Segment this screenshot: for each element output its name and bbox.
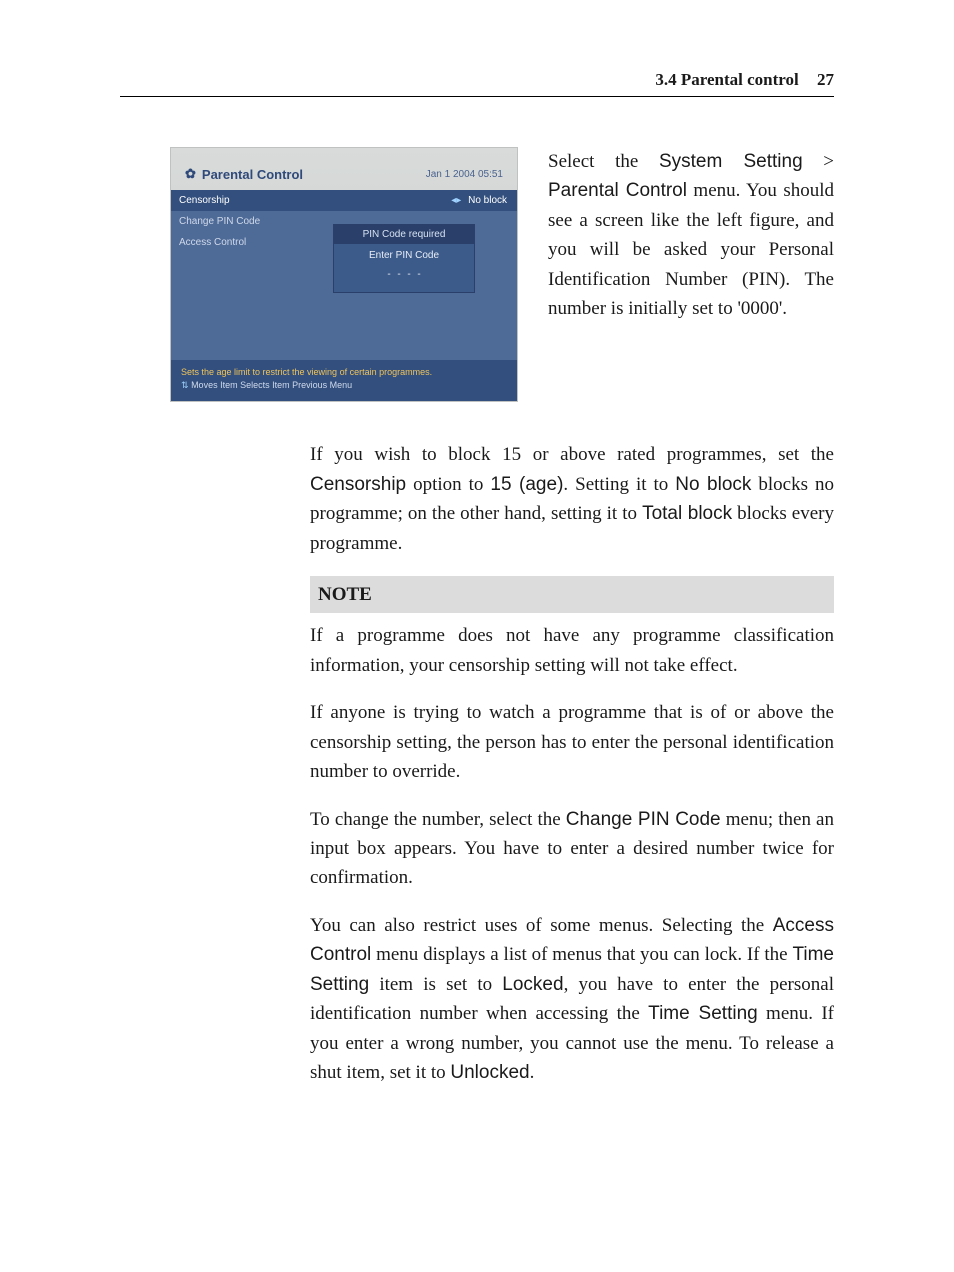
osd-screenshot: ✿ Parental Control Jan 1 2004 05:51 Cens… [170, 147, 518, 402]
item-time-setting-2: Time Setting [648, 1003, 758, 1024]
osd-nav-hint: ⇅ Moves Item Selects Item Previous Menu [181, 379, 507, 392]
osd-titlebar: ✿ Parental Control Jan 1 2004 05:51 [171, 148, 517, 190]
osd-timestamp: Jan 1 2004 05:51 [426, 169, 503, 180]
updown-icon: ⇅ [181, 380, 189, 390]
osd-body: Censorship Change PIN Code Access Contro… [171, 190, 517, 360]
paragraph-change-pin: To change the number, select the Change … [310, 805, 834, 893]
gear-icon: ✿ [185, 166, 196, 182]
osd-menu-item-change-pin: Change PIN Code [171, 211, 291, 232]
text: You can also restrict uses of some menus… [310, 915, 773, 936]
running-header: 3.4 Parental control 27 [120, 70, 834, 97]
value-locked: Locked [502, 974, 563, 995]
manual-page: 3.4 Parental control 27 ✿ Parental Contr… [0, 0, 954, 1272]
text: item is set to [369, 974, 502, 995]
osd-footer: Sets the age limit to restrict the viewi… [171, 360, 517, 401]
text: If you wish to block 15 or above rated p… [310, 444, 834, 465]
arrows-icon: ◂▸ [451, 195, 461, 206]
option-censorship: Censorship [310, 474, 406, 495]
pin-dialog-title: PIN Code required [334, 225, 474, 244]
osd-selected-value: ◂▸ No block [291, 190, 517, 211]
text: > [803, 151, 834, 172]
page-number: 27 [817, 70, 834, 89]
paragraph-censorship: If you wish to block 15 or above rated p… [310, 440, 834, 558]
osd-value-label: No block [468, 195, 507, 206]
note-body: If a programme does not have any program… [310, 621, 834, 680]
body-column: If you wish to block 15 or above rated p… [310, 440, 834, 1087]
pin-dialog-subtitle: Enter PIN Code [334, 244, 474, 269]
osd-menu-item-censorship: Censorship [171, 190, 291, 211]
section-title: 3.4 Parental control [655, 70, 798, 89]
osd-nav-text: Moves Item Selects Item Previous Menu [191, 380, 352, 390]
osd-right-panel: ◂▸ No block PIN Code required Enter PIN … [291, 190, 517, 360]
osd-hint-text: Sets the age limit to restrict the viewi… [181, 366, 507, 379]
paragraph-access-control: You can also restrict uses of some menus… [310, 911, 834, 1088]
pin-dialog: PIN Code required Enter PIN Code ---- [333, 224, 475, 293]
osd-menu-item-access-control: Access Control [171, 232, 291, 253]
menu-change-pin-code: Change PIN Code [566, 809, 721, 830]
intro-paragraph: Select the System Setting > Parental Con… [548, 147, 834, 402]
figure-with-text: ✿ Parental Control Jan 1 2004 05:51 Cens… [170, 147, 834, 402]
option-no-block: No block [675, 474, 751, 495]
option-total-block: Total block [642, 503, 732, 524]
text: . [530, 1062, 535, 1083]
pin-entry-field: ---- [334, 269, 474, 280]
value-unlocked: Unlocked [450, 1062, 529, 1083]
menu-path-system-setting: System Setting [659, 151, 803, 172]
osd-title: Parental Control [202, 167, 303, 182]
osd-menu: Censorship Change PIN Code Access Contro… [171, 190, 291, 360]
text: To change the number, select the [310, 809, 566, 830]
osd-menu-label: Censorship [179, 195, 230, 206]
text: menu displays a list of menus that you c… [371, 944, 792, 965]
text: option to [406, 474, 490, 495]
text: . Setting it to [563, 474, 675, 495]
option-15-age: 15 (age) [490, 474, 563, 495]
note-heading: NOTE [310, 576, 834, 613]
text: Select the [548, 151, 659, 172]
paragraph-override: If anyone is trying to watch a programme… [310, 698, 834, 786]
menu-path-parental-control: Parental Control [548, 180, 687, 201]
